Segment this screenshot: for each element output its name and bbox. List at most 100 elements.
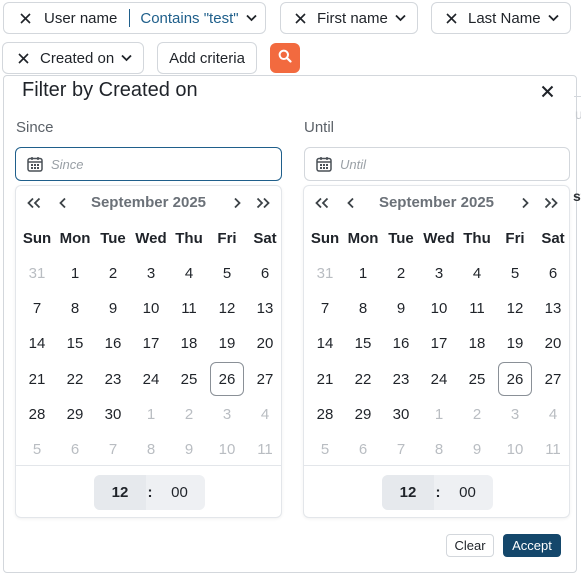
day-cell[interactable]: 6 — [344, 432, 382, 467]
day-cell[interactable]: 13 — [246, 291, 284, 326]
day-cell[interactable]: 11 — [170, 291, 208, 326]
day-cell[interactable]: 11 — [246, 432, 284, 467]
day-cell[interactable]: 1 — [56, 256, 94, 291]
day-cell[interactable]: 8 — [344, 291, 382, 326]
clear-button[interactable]: Clear — [446, 534, 494, 557]
filter-chip-last-name[interactable]: Last Name — [431, 2, 571, 34]
day-cell[interactable]: 8 — [420, 432, 458, 467]
day-cell[interactable]: 12 — [208, 291, 246, 326]
day-cell[interactable]: 27 — [246, 362, 284, 397]
day-cell[interactable]: 2 — [170, 397, 208, 432]
day-cell[interactable]: 4 — [534, 397, 572, 432]
day-cell[interactable]: 3 — [132, 256, 170, 291]
day-cell[interactable]: 2 — [94, 256, 132, 291]
day-cell[interactable]: 29 — [56, 397, 94, 432]
day-cell[interactable]: 11 — [458, 291, 496, 326]
filter-chip-first-name[interactable]: First name — [280, 2, 418, 34]
accept-button[interactable]: Accept — [503, 534, 561, 557]
day-cell[interactable]: 15 — [56, 326, 94, 361]
filter-chip-created-on[interactable]: Created on — [2, 42, 144, 74]
until-input[interactable]: Until — [304, 147, 570, 181]
day-cell[interactable]: 5 — [208, 256, 246, 291]
day-cell[interactable]: 10 — [420, 291, 458, 326]
remove-filter-icon[interactable] — [293, 11, 307, 25]
filter-chip-user-name[interactable]: User name Contains "test" — [3, 2, 266, 34]
day-cell[interactable]: 21 — [18, 362, 56, 397]
day-cell[interactable]: 6 — [56, 432, 94, 467]
remove-filter-icon[interactable] — [444, 11, 458, 25]
day-cell[interactable]: 13 — [534, 291, 572, 326]
day-cell[interactable]: 20 — [246, 326, 284, 361]
day-cell[interactable]: 7 — [306, 291, 344, 326]
day-cell[interactable]: 16 — [382, 326, 420, 361]
day-cell[interactable]: 24 — [132, 362, 170, 397]
day-cell[interactable]: 8 — [56, 291, 94, 326]
day-cell[interactable]: 30 — [94, 397, 132, 432]
day-cell[interactable]: 22 — [344, 362, 382, 397]
add-criteria-button[interactable]: Add criteria — [157, 42, 257, 74]
day-cell[interactable]: 14 — [18, 326, 56, 361]
day-cell[interactable]: 1 — [132, 397, 170, 432]
day-cell[interactable]: 2 — [458, 397, 496, 432]
day-cell[interactable]: 12 — [496, 291, 534, 326]
day-cell[interactable]: 15 — [344, 326, 382, 361]
minute-field[interactable]: 00 — [154, 475, 205, 510]
day-cell[interactable]: 20 — [534, 326, 572, 361]
day-cell[interactable]: 4 — [458, 256, 496, 291]
remove-filter-icon[interactable] — [18, 11, 32, 25]
day-cell[interactable]: 14 — [306, 326, 344, 361]
day-cell[interactable]: 9 — [94, 291, 132, 326]
next-month-icon[interactable] — [517, 195, 533, 211]
day-cell[interactable]: 9 — [170, 432, 208, 467]
next-year-icon[interactable] — [255, 195, 271, 211]
day-cell[interactable]: 31 — [18, 256, 56, 291]
hour-field[interactable]: 12 — [94, 475, 146, 510]
day-cell[interactable]: 23 — [94, 362, 132, 397]
day-cell[interactable]: 3 — [420, 256, 458, 291]
day-cell[interactable]: 2 — [382, 256, 420, 291]
day-cell[interactable]: 5 — [496, 256, 534, 291]
day-cell[interactable]: 7 — [382, 432, 420, 467]
day-cell[interactable]: 6 — [246, 256, 284, 291]
day-cell[interactable]: 9 — [458, 432, 496, 467]
day-cell[interactable]: 6 — [534, 256, 572, 291]
day-cell[interactable]: 9 — [382, 291, 420, 326]
day-cell[interactable]: 25 — [170, 362, 208, 397]
day-cell[interactable]: 10 — [496, 432, 534, 467]
day-cell[interactable]: 4 — [246, 397, 284, 432]
day-cell[interactable]: 30 — [382, 397, 420, 432]
day-cell[interactable]: 16 — [94, 326, 132, 361]
day-cell[interactable]: 19 — [208, 326, 246, 361]
day-cell-today[interactable]: 26 — [208, 362, 246, 397]
day-cell[interactable]: 10 — [132, 291, 170, 326]
day-cell[interactable]: 24 — [420, 362, 458, 397]
day-cell[interactable]: 25 — [458, 362, 496, 397]
day-cell[interactable]: 27 — [534, 362, 572, 397]
next-year-icon[interactable] — [543, 195, 559, 211]
day-cell[interactable]: 21 — [306, 362, 344, 397]
day-cell[interactable]: 10 — [208, 432, 246, 467]
day-cell[interactable]: 28 — [18, 397, 56, 432]
remove-filter-icon[interactable] — [16, 51, 30, 65]
day-cell[interactable]: 28 — [306, 397, 344, 432]
day-cell[interactable]: 3 — [208, 397, 246, 432]
day-cell[interactable]: 1 — [420, 397, 458, 432]
day-cell[interactable]: 7 — [94, 432, 132, 467]
since-input[interactable]: Since — [15, 147, 282, 181]
day-cell-today[interactable]: 26 — [496, 362, 534, 397]
day-cell[interactable]: 4 — [170, 256, 208, 291]
minute-field[interactable]: 00 — [442, 475, 493, 510]
day-cell[interactable]: 31 — [306, 256, 344, 291]
day-cell[interactable]: 18 — [170, 326, 208, 361]
next-month-icon[interactable] — [229, 195, 245, 211]
day-cell[interactable]: 17 — [420, 326, 458, 361]
day-cell[interactable]: 3 — [496, 397, 534, 432]
day-cell[interactable]: 5 — [306, 432, 344, 467]
day-cell[interactable]: 19 — [496, 326, 534, 361]
day-cell[interactable]: 29 — [344, 397, 382, 432]
day-cell[interactable]: 11 — [534, 432, 572, 467]
day-cell[interactable]: 8 — [132, 432, 170, 467]
day-cell[interactable]: 5 — [18, 432, 56, 467]
day-cell[interactable]: 23 — [382, 362, 420, 397]
day-cell[interactable]: 17 — [132, 326, 170, 361]
